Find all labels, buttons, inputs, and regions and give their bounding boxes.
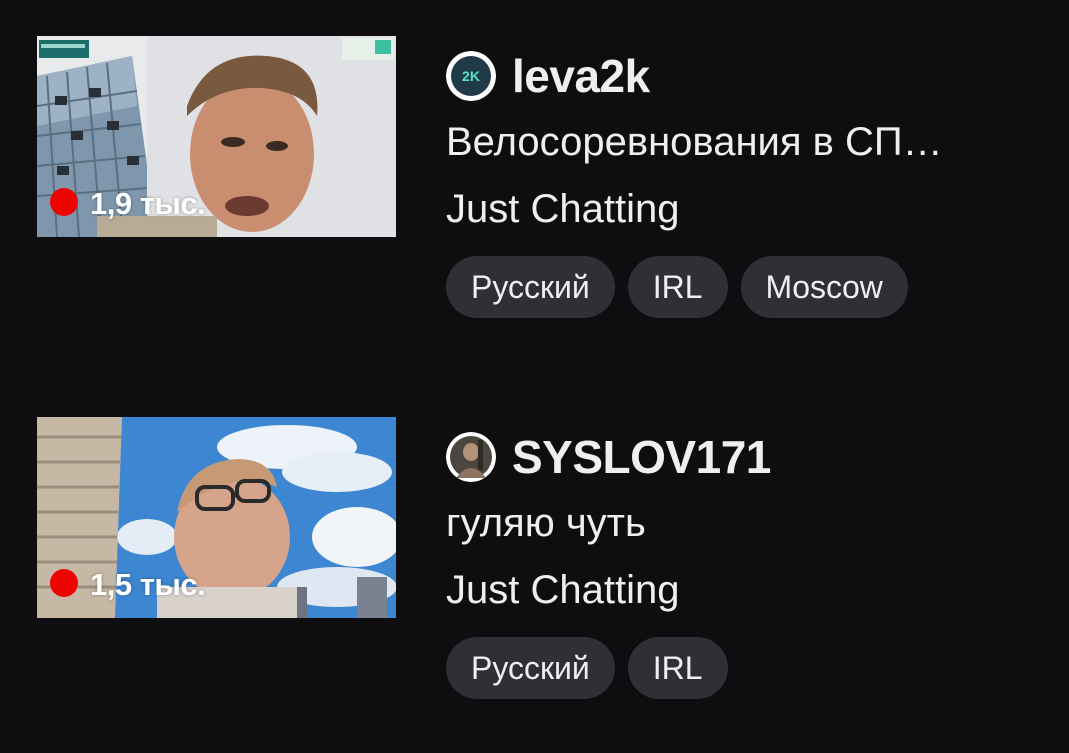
tag-moscow[interactable]: Moscow: [740, 256, 908, 318]
viewer-count: 1,9 тыс.: [90, 186, 206, 221]
channel-avatar[interactable]: 2K: [446, 51, 496, 101]
tag-irl[interactable]: IRL: [627, 256, 728, 318]
live-indicator: [50, 569, 78, 597]
stream-card[interactable]: 1,9 тыс. 2K leva2k Велосоревнования в СП…: [0, 0, 1069, 372]
stream-thumbnail[interactable]: 1,9 тыс.: [37, 36, 396, 237]
stream-title[interactable]: Велосоревнования в СП…: [446, 116, 1046, 168]
stream-title[interactable]: гуляю чуть: [446, 497, 1046, 549]
tag-russian[interactable]: Русский: [446, 637, 615, 699]
tag-russian[interactable]: Русский: [446, 256, 615, 318]
tag-irl[interactable]: IRL: [627, 637, 728, 699]
stream-category[interactable]: Just Chatting: [446, 183, 1046, 235]
stream-category[interactable]: Just Chatting: [446, 564, 1046, 616]
stream-info: SYSLOV171 гуляю чуть Just Chatting Русск…: [446, 425, 1046, 699]
stream-thumbnail[interactable]: 1,5 тыс.: [37, 417, 396, 618]
avatar-initials: 2K: [462, 68, 480, 84]
viewer-count: 1,5 тыс.: [90, 567, 206, 602]
channel-name[interactable]: SYSLOV171: [512, 430, 771, 484]
channel-avatar[interactable]: [446, 432, 496, 482]
channel-name[interactable]: leva2k: [512, 49, 650, 103]
channel-row: SYSLOV171: [446, 425, 1046, 489]
stream-info: 2K leva2k Велосоревнования в СП… Just Ch…: [446, 44, 1046, 318]
channel-row: 2K leva2k: [446, 44, 1046, 108]
live-indicator: [50, 188, 78, 216]
tag-list: Русский IRL Moscow: [446, 256, 1046, 318]
stream-card[interactable]: 1,5 тыс. SYSLOV171 гуляю чуть Just Chatt…: [0, 381, 1069, 753]
tag-list: Русский IRL: [446, 637, 1046, 699]
